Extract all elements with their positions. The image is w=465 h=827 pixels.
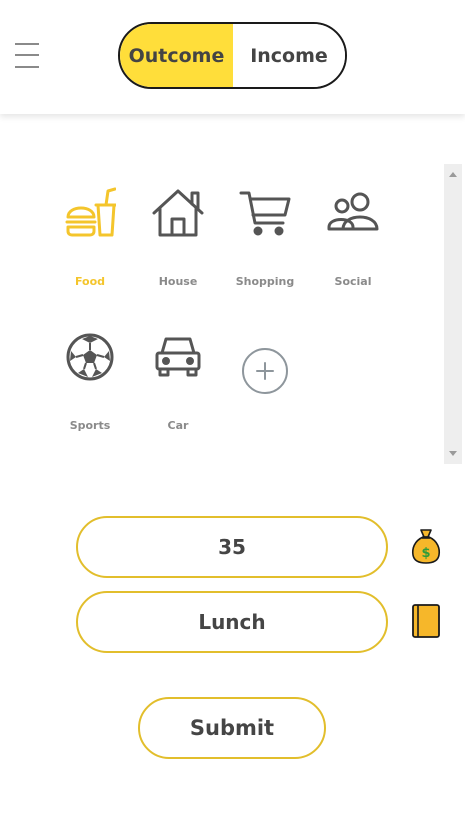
category-sports[interactable]: Sports [50,331,130,432]
people-icon [327,192,379,231]
app-header: Outcome Income [0,0,465,114]
category-shopping[interactable]: Shopping [225,187,305,288]
category-label: Shopping [235,275,295,288]
notebook-icon [412,604,440,638]
amount-input[interactable]: 35 [76,516,388,578]
scroll-down-arrow-icon[interactable] [449,451,457,456]
outcome-income-toggle: Outcome Income [118,22,347,89]
category-label: Car [167,419,189,432]
svg-text:$: $ [421,546,430,561]
category-scrollbar[interactable] [444,164,462,464]
car-icon [155,337,201,377]
category-panel: Food House Shopping Social Sports Car [0,164,465,464]
category-label: Social [334,275,372,288]
outcome-toggle-button[interactable]: Outcome [120,24,233,87]
category-house[interactable]: House [138,187,218,288]
menu-line [15,66,39,68]
add-category-button[interactable] [242,348,288,394]
fast-food-icon [65,187,116,237]
income-toggle-button[interactable]: Income [233,24,345,87]
submit-button[interactable]: Submit [138,697,326,759]
house-icon [152,189,204,237]
category-social[interactable]: Social [313,187,393,288]
money-bag-icon: $ [411,529,441,564]
category-label: Food [74,275,106,288]
category-label: House [158,275,198,288]
hamburger-menu-icon[interactable] [15,41,39,71]
menu-line [15,54,39,56]
soccer-ball-icon [66,333,114,381]
description-input[interactable]: Lunch [76,591,388,653]
category-label: Sports [69,419,111,432]
plus-icon [256,362,274,380]
category-car[interactable]: Car [138,331,218,432]
shopping-cart-icon [239,191,291,236]
menu-line [15,43,39,45]
scroll-up-arrow-icon[interactable] [449,172,457,177]
category-food[interactable]: Food [50,187,130,288]
